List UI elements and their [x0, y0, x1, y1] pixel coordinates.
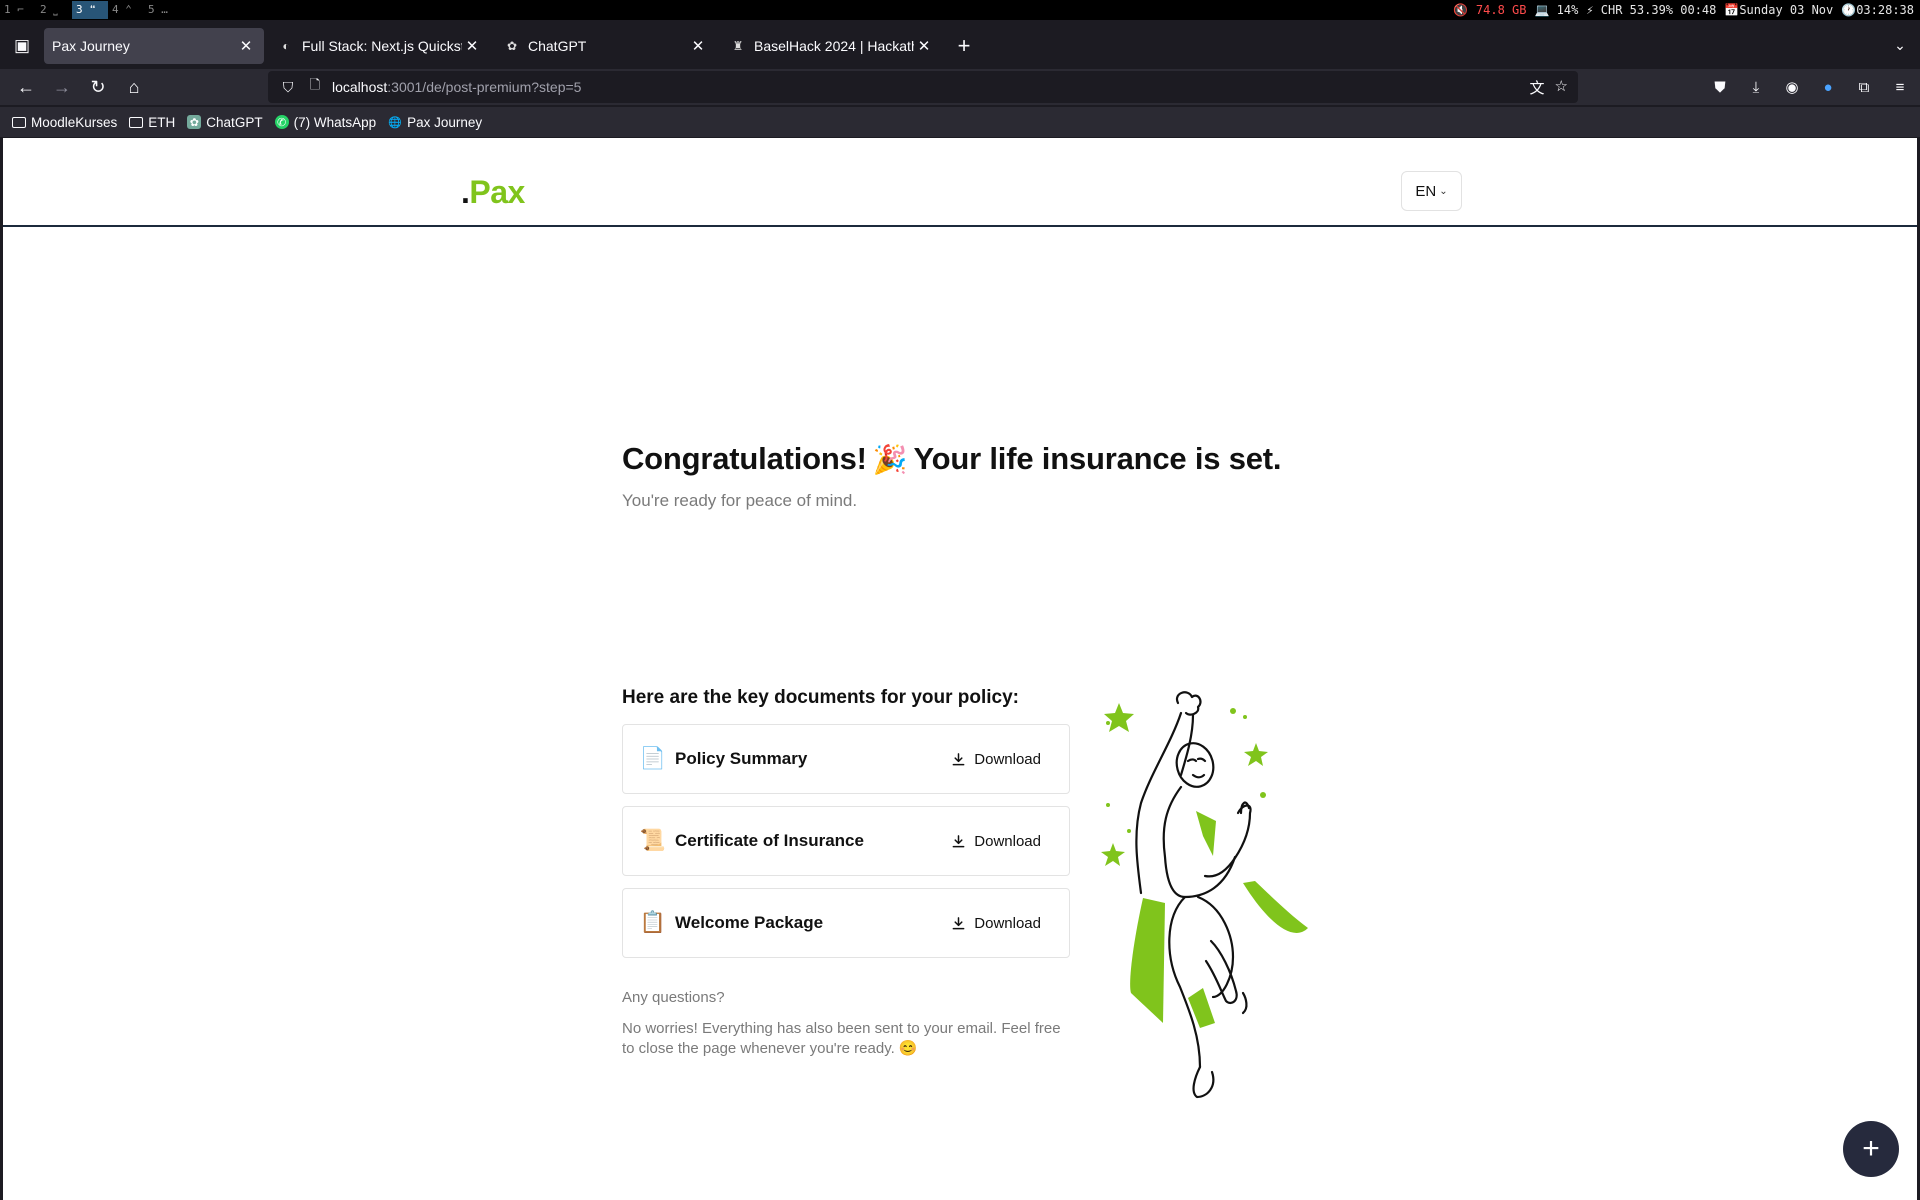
clerk-favicon-icon: ◐: [282, 38, 290, 53]
add-fab-button[interactable]: +: [1843, 1121, 1899, 1177]
chatgpt-favicon-icon: ✿: [506, 38, 518, 53]
documents-list: 📄 Policy Summary Download 📜 Certificate …: [622, 724, 1070, 970]
celebration-illustration: [1101, 691, 1308, 1099]
system-status-bar: 1 ⌐ 2 ⎵ 3 ❝ 4 ⌃ 5 … 🔇 74.8 GB 💻 14% ⚡ CH…: [0, 0, 1920, 20]
page-title: Congratulations! 🎉 Your life insurance i…: [622, 441, 1282, 476]
party-popper-icon: 🎉: [872, 443, 908, 475]
folder-icon: [129, 116, 144, 128]
downloads-icon[interactable]: ⤓: [1742, 79, 1770, 96]
close-icon[interactable]: ✕: [462, 37, 482, 55]
bookmark-whatsapp[interactable]: ✆ (7) WhatsApp: [274, 115, 376, 130]
scroll-icon: 📜: [639, 829, 667, 852]
download-button[interactable]: Download: [941, 909, 1051, 938]
document-card-policy-summary: 📄 Policy Summary Download: [622, 724, 1070, 794]
download-icon: [952, 916, 965, 929]
bookmark-moodlekurses[interactable]: MoodleKurses: [12, 115, 117, 130]
document-card-welcome-package: 📋 Welcome Package Download: [622, 888, 1070, 958]
extensions-icon[interactable]: ⧉: [1850, 79, 1878, 96]
document-name: Welcome Package: [675, 913, 824, 932]
document-name: Policy Summary: [675, 749, 808, 768]
account-icon[interactable]: ◉: [1778, 78, 1806, 96]
whatsapp-icon: ✆: [274, 115, 289, 129]
download-button[interactable]: Download: [941, 827, 1051, 856]
url-bar[interactable]: ⛉ 🗋 localhost:3001/de/post-premium?step=…: [268, 71, 1578, 103]
workspace-4[interactable]: 4 ⌃: [108, 1, 144, 19]
language-selector[interactable]: EN ⌄: [1401, 171, 1462, 211]
firefox-view-icon[interactable]: ▣: [0, 26, 44, 66]
cpu-status: 💻 14%: [1534, 3, 1579, 17]
bookmark-star-icon[interactable]: ☆: [1555, 77, 1568, 98]
shield-icon[interactable]: ⛉: [272, 79, 304, 96]
page-subtitle: You're ready for peace of mind.: [622, 491, 858, 510]
site-header: .Pax EN ⌄: [3, 138, 1917, 227]
document-name: Certificate of Insurance: [675, 831, 864, 850]
home-button[interactable]: ⌂: [116, 71, 152, 103]
battery-status: ⚡ CHR 53.39% 00:48: [1586, 3, 1717, 17]
mute-icon: 🔇: [1452, 3, 1468, 17]
close-icon[interactable]: ✕: [688, 37, 708, 55]
globe-icon: 🌐: [388, 116, 402, 129]
forward-button[interactable]: →: [44, 71, 80, 103]
tab-pax-journey[interactable]: Pax Journey ✕: [44, 27, 264, 64]
tab-strip: ▣ Pax Journey ✕ ◐ Full Stack: Next.js Qu…: [0, 22, 1920, 69]
chevron-down-icon: ⌄: [1439, 185, 1448, 197]
close-icon[interactable]: ✕: [236, 37, 256, 55]
list-all-tabs-chevron-icon[interactable]: ⌄: [1880, 37, 1920, 54]
bookmark-pax-journey[interactable]: 🌐 Pax Journey: [388, 115, 482, 130]
confirmation-content: Congratulations! 🎉 Your life insurance i…: [622, 441, 1362, 1057]
workspace-switcher[interactable]: 1 ⌐ 2 ⎵ 3 ❝ 4 ⌃ 5 …: [0, 0, 180, 20]
workspace-2[interactable]: 2 ⎵: [36, 1, 72, 19]
page-info-icon[interactable]: 🗋: [304, 76, 326, 98]
tab-chatgpt[interactable]: ✿ ChatGPT ✕: [496, 28, 716, 64]
questions-text: No worries! Everything has also been sen…: [622, 1020, 1061, 1057]
workspace-3[interactable]: 3 ❝: [72, 1, 108, 19]
documents-heading: Here are the key documents for your poli…: [622, 687, 1020, 708]
pocket-icon[interactable]: ⛊: [1706, 79, 1734, 96]
extension-blue-icon[interactable]: ●: [1814, 79, 1842, 96]
bookmark-eth[interactable]: ETH: [129, 115, 175, 130]
back-button[interactable]: ←: [8, 71, 44, 103]
tab-baselhack[interactable]: ♜ BaselHack 2024 | Hackath ✕: [722, 28, 942, 64]
workspace-1[interactable]: 1 ⌐: [0, 1, 36, 19]
new-tab-button[interactable]: +: [948, 30, 980, 62]
folder-icon: [12, 116, 26, 128]
reload-button[interactable]: ↻: [80, 71, 116, 103]
document-icon: 📄: [639, 747, 667, 770]
header-divider: [3, 225, 1917, 227]
download-icon: [952, 834, 965, 847]
tab-nextjs[interactable]: ◐ Full Stack: Next.js Quicksta ✕: [270, 28, 490, 64]
bookmarks-toolbar: MoodleKurses ETH ✿ ChatGPT ✆ (7) WhatsAp…: [0, 107, 1920, 137]
baselhack-favicon-icon: ♜: [732, 38, 744, 53]
page-viewport: .Pax EN ⌄ Congratulations! 🎉 Your life i…: [1, 138, 1919, 1200]
tab-title: Pax Journey: [52, 37, 130, 54]
clock-status: 🕐03:28:38: [1841, 3, 1914, 17]
tab-title: BaselHack 2024 | Hackath: [754, 37, 914, 54]
date-status: 📅Sunday 03 Nov: [1724, 3, 1834, 17]
workspace-5[interactable]: 5 …: [144, 1, 180, 19]
navigation-toolbar: ← → ↻ ⌂ ⛉ 🗋 localhost:3001/de/post-premi…: [0, 69, 1920, 105]
tab-title: Full Stack: Next.js Quicksta: [302, 37, 462, 54]
translate-icon[interactable]: 文: [1530, 77, 1545, 98]
chatgpt-icon: ✿: [187, 115, 202, 129]
menu-icon[interactable]: ≡: [1886, 79, 1914, 96]
status-indicators: 🔇 74.8 GB 💻 14% ⚡ CHR 53.39% 00:48 📅Sund…: [1453, 3, 1920, 17]
download-icon: [952, 752, 965, 765]
tab-title: ChatGPT: [528, 37, 587, 54]
questions-label: Any questions?: [622, 989, 725, 1006]
disk-status: 74.8 GB: [1475, 3, 1527, 17]
download-button[interactable]: Download: [941, 745, 1051, 774]
pax-logo[interactable]: .Pax: [461, 174, 525, 211]
url-text[interactable]: localhost:3001/de/post-premium?step=5: [332, 79, 581, 95]
document-card-certificate: 📜 Certificate of Insurance Download: [622, 806, 1070, 876]
bookmark-chatgpt[interactable]: ✿ ChatGPT: [187, 115, 263, 130]
clipboard-icon: 📋: [639, 911, 667, 934]
close-icon[interactable]: ✕: [914, 37, 934, 55]
